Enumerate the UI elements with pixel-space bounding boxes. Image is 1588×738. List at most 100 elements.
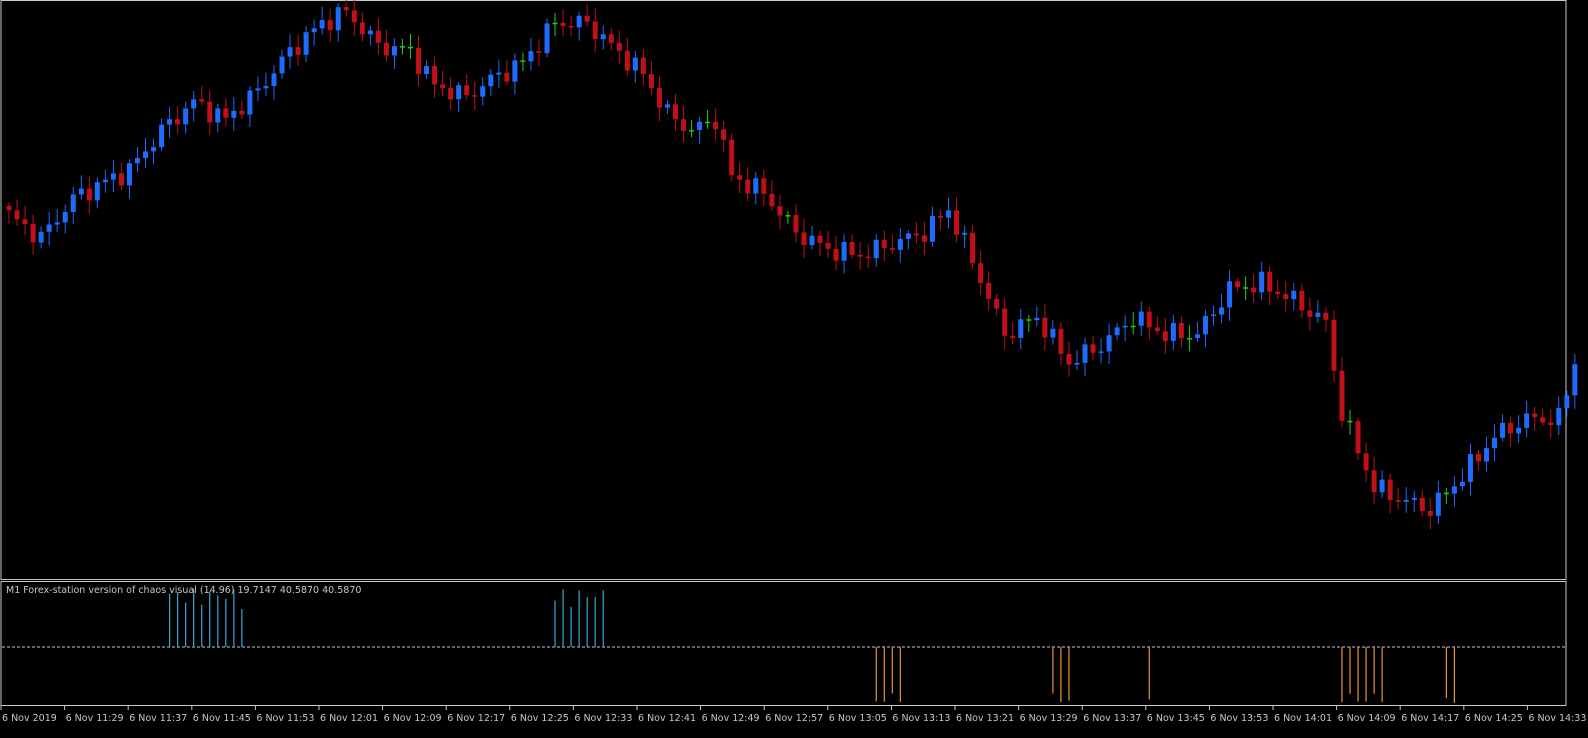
candle-body [1106, 335, 1112, 352]
candle-body [1002, 308, 1008, 336]
candle-body [1532, 413, 1538, 418]
candle-body [1227, 281, 1233, 308]
candle-body [616, 42, 622, 51]
candle-body [1379, 479, 1385, 493]
candle-body [1435, 492, 1441, 516]
candle-body [1074, 362, 1080, 365]
candle-body [681, 119, 687, 131]
candle-body [1315, 312, 1321, 317]
candle-body [648, 74, 654, 88]
candle-body [737, 175, 743, 180]
candle-body [1500, 422, 1506, 438]
candle-body [705, 121, 711, 124]
candle-body [1066, 353, 1072, 365]
candle-body [255, 88, 261, 91]
candle-body [1251, 287, 1257, 293]
time-label: 6 Nov 11:53 [256, 713, 314, 724]
time-label: 6 Nov 13:29 [1020, 713, 1078, 724]
candle-body [279, 56, 285, 74]
candle-body [1403, 499, 1409, 502]
candle-body [94, 182, 100, 201]
candle-body [1130, 325, 1136, 328]
candle-body [576, 15, 582, 28]
candle-body [1572, 364, 1578, 396]
candle-body [134, 158, 140, 164]
candle-body [78, 188, 84, 195]
candle-body [1371, 470, 1377, 493]
candle-body [38, 231, 44, 243]
candle-body [761, 178, 767, 194]
candle-body [913, 233, 919, 236]
candle-body [1395, 500, 1401, 502]
candle-body [1484, 448, 1490, 462]
candle-body [303, 32, 309, 55]
candle-body [1331, 319, 1337, 371]
candle-body [416, 47, 422, 75]
time-label: 6 Nov 13:13 [892, 713, 950, 724]
candle-body [1283, 294, 1289, 300]
candle-body [359, 22, 365, 35]
time-label: 6 Nov 14:25 [1465, 713, 1523, 724]
candle-body [1042, 317, 1048, 338]
candle-body [1170, 322, 1176, 341]
candle-body [295, 47, 301, 55]
candle-body [729, 139, 735, 176]
candle-body [1162, 331, 1168, 341]
candle-body [159, 124, 165, 148]
candle-body [175, 119, 181, 125]
candle-body [841, 241, 847, 261]
time-label: 6 Nov 14:33 [1528, 713, 1586, 724]
indicator-panel-frame [0, 581, 1567, 706]
candle-body [689, 130, 695, 132]
candle-body [1202, 316, 1208, 335]
candle-body [391, 46, 397, 56]
candle-body [1178, 322, 1184, 339]
candle-body [640, 57, 646, 75]
candle-body [656, 87, 662, 108]
candle-body [745, 179, 751, 194]
candle-body [664, 104, 670, 108]
candle-body [1026, 319, 1032, 321]
time-label: 6 Nov 13:05 [829, 713, 887, 724]
candle-body [713, 121, 719, 130]
candle-body [1018, 319, 1024, 338]
candle-body [271, 73, 277, 87]
candle-body [608, 34, 614, 43]
candle-body [1556, 408, 1562, 426]
time-label: 6 Nov 13:37 [1083, 713, 1141, 724]
candle-body [825, 242, 831, 249]
chart-canvas: 6 Nov 2019 6 Nov 11:29 6 Nov 11:37 6 Nov 11… [0, 0, 1586, 724]
candle-body [777, 206, 783, 216]
indicator-title: M1 Forex-station version of chaos visual… [6, 585, 362, 596]
time-label: 6 Nov 12:49 [702, 713, 760, 724]
candle-body [1540, 417, 1546, 423]
candle-body [1211, 314, 1216, 317]
time-label: 6 Nov 13:21 [956, 713, 1014, 724]
candle-body [1186, 338, 1192, 340]
candle-body [1411, 497, 1417, 500]
candle-body [424, 65, 430, 75]
time-label: 6 Nov 12:01 [320, 713, 378, 724]
candle-body [817, 235, 823, 243]
time-label: 6 Nov 11:45 [193, 713, 251, 724]
candle-body [367, 30, 373, 35]
candle-body [183, 108, 189, 125]
candle-body [592, 21, 598, 40]
candle-body [207, 101, 213, 123]
candle-body [1034, 317, 1040, 321]
candle-body [624, 50, 630, 71]
candle-body [456, 85, 462, 100]
time-label: 6 Nov 12:09 [384, 713, 442, 724]
candle-body [946, 210, 952, 218]
candle-body [62, 211, 68, 223]
candle-body [118, 173, 124, 186]
candle-body [544, 23, 550, 54]
candle-body [697, 121, 703, 131]
time-label: 6 Nov 11:29 [66, 713, 124, 724]
candle-body [86, 188, 92, 201]
time-label: 6 Nov 11:37 [129, 713, 187, 724]
candle-body [464, 85, 470, 96]
candle-body [1363, 453, 1369, 471]
time-label: 6 Nov 14:01 [1274, 713, 1332, 724]
candle-body [263, 86, 269, 89]
